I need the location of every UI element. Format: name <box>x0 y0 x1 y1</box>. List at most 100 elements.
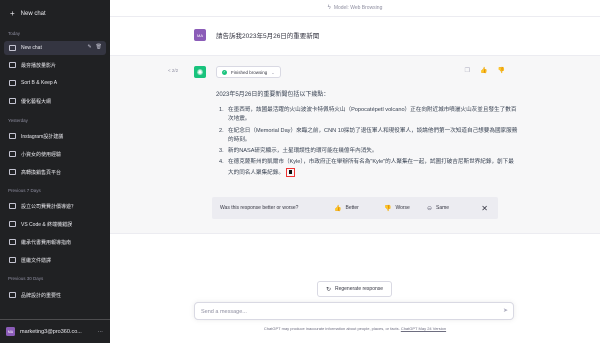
thumbs-down-icon: 👎 <box>384 205 392 212</box>
same-button[interactable]: ⊖ Same <box>427 205 449 212</box>
chat-icon <box>9 62 16 68</box>
thumbs-up-icon[interactable]: 👍 <box>480 67 487 74</box>
sidebar-chat-item[interactable]: 高轉換銷售頁平台 <box>4 165 106 179</box>
chat-icon <box>9 169 16 175</box>
main-area: ϟ Model: Web Browsing MA 請告訴我2023年5月26日的… <box>110 0 600 343</box>
list-number: 3. <box>219 148 224 155</box>
list-item: 3. 新的NASA研究顯示，土星環誤性的環可能在幾億年內消失。 <box>216 147 518 156</box>
worse-label: Worse <box>395 205 410 211</box>
better-button[interactable]: 👍 Better <box>334 205 359 212</box>
sidebar-chat-item[interactable]: Instagram設計建議 <box>4 129 106 143</box>
plus-icon: + <box>10 9 15 18</box>
list-number: 2. <box>219 127 224 134</box>
chat-icon <box>9 203 16 209</box>
sidebar-chat-item[interactable]: 品牌設計的重要性 <box>4 288 106 302</box>
chat-icon <box>9 257 16 263</box>
thumbs-up-icon: 👍 <box>334 205 342 212</box>
user-message-text: 請告訴我2023年5月26日的重要新聞 <box>216 33 320 40</box>
sidebar-chat-label: 匯繼文件繕譯 <box>21 257 52 264</box>
list-text: 新的NASA研究顯示，土星環誤性的環可能在幾億年內消失。 <box>228 148 378 155</box>
more-icon[interactable]: ··· <box>98 329 104 335</box>
sidebar-chat-item[interactable]: 繼承代書費用報導指南 <box>4 235 106 249</box>
chat-icon <box>9 221 16 227</box>
browsing-status-text: Finished browsing <box>231 69 268 75</box>
sidebar-chat-label: 最夯播放量影片 <box>21 62 57 69</box>
user-avatar: MA <box>194 29 206 41</box>
version-link[interactable]: ChatGPT May 24 Version <box>401 326 446 331</box>
list-item: 1. 在墨西哥，該國最活躍的火山波波卡特佩特火山（Popocatépetl vo… <box>216 106 518 125</box>
assistant-avatar: ✺ <box>194 66 206 78</box>
message-input-box: ➤ <box>194 302 514 320</box>
sidebar-chat-label: 設立公司費費計價導遊？ <box>21 203 77 210</box>
sidebar-chat-label: New chat <box>21 45 42 51</box>
section-label-previous-30-days: Previous 30 Days <box>8 276 44 281</box>
list-item: 2. 在紀念日（Memorial Day）來臨之前，CNN 10採訪了退伍軍人和… <box>216 127 518 146</box>
list-number: 1. <box>219 107 224 113</box>
sidebar-chat-item[interactable]: 小資女的使用經驗 <box>4 147 106 161</box>
model-header: ϟ Model: Web Browsing <box>110 0 600 17</box>
sidebar-chat-item[interactable]: VS Code & 終端機錯誤 <box>4 217 106 231</box>
account-email: marketing3@pro360.co... <box>20 328 82 335</box>
new-chat-label: New chat <box>20 11 46 17</box>
sidebar: + New chat Today New chat ✎ 🗑 最夯播放量影片 So… <box>0 0 110 343</box>
close-icon[interactable]: ✕ <box>481 204 488 213</box>
sidebar-chat-item[interactable]: 最夯播放量影片 <box>4 58 106 72</box>
footer-disclaimer: ChatGPT may produce inaccurate informati… <box>110 326 600 331</box>
sidebar-chat-label: Sort B & Keep A <box>21 80 58 86</box>
message-actions: ❐ 👍 👎 <box>465 67 505 74</box>
send-icon[interactable]: ➤ <box>503 307 508 314</box>
list-number: 4. <box>219 159 224 166</box>
account-menu[interactable]: MA marketing3@pro360.co... ··· <box>0 319 110 343</box>
assistant-message: < 2/2 ✺ ✓ Finished browsing ⌄ ❐ 👍 👎 2023… <box>110 56 600 234</box>
browsing-status-toggle[interactable]: ✓ Finished browsing ⌄ <box>216 66 281 78</box>
check-icon: ✓ <box>222 69 227 75</box>
message-input[interactable] <box>201 306 491 317</box>
feedback-question: Was this response better or worse? <box>220 205 299 211</box>
chevron-down-icon: ⌄ <box>271 69 275 75</box>
section-label-previous-7-days: Previous 7 Days <box>8 188 41 193</box>
list-text: 在紀念日（Memorial Day）來臨之前，CNN 10採訪了退伍軍人和現役軍… <box>228 127 518 143</box>
copy-icon[interactable]: ❐ <box>465 67 470 74</box>
list-text: 在德克薩斯州的凱爾市（Kyle），市政府正在舉辦所有名為"Kyle"的人聚集在一… <box>228 159 514 176</box>
worse-button[interactable]: 👎 Worse <box>384 205 410 212</box>
avatar: MA <box>6 327 15 336</box>
chat-icon <box>9 292 16 298</box>
section-label-yesterday: Yesterday <box>8 118 28 123</box>
sidebar-chat-label: VS Code & 終端機錯誤 <box>21 221 73 228</box>
regenerate-button[interactable]: ↻ Regenerate response <box>317 281 392 297</box>
sidebar-chat-item[interactable]: 匯繼文件繕譯 <box>4 253 106 267</box>
typing-cursor-icon <box>285 167 295 177</box>
sidebar-chat-label: 繼承代書費用報導指南 <box>21 239 72 246</box>
answer-list: 1. 在墨西哥，該國最活躍的火山波波卡特佩特火山（Popocatépetl vo… <box>216 106 518 180</box>
chat-icon <box>9 45 16 51</box>
sidebar-chat-label: 品牌設計的重要性 <box>21 292 62 299</box>
sidebar-chat-label: 高轉換銷售頁平台 <box>21 169 62 176</box>
sidebar-chat-label: 小資女的使用經驗 <box>21 151 62 158</box>
new-chat-button[interactable]: + New chat <box>4 5 106 23</box>
sidebar-chat-item[interactable]: 設立公司費費計價導遊？ <box>4 199 106 213</box>
refresh-icon: ↻ <box>325 286 331 293</box>
sidebar-chat-label: Instagram設計建議 <box>21 133 64 140</box>
section-label-today: Today <box>8 31 21 36</box>
edit-icon[interactable]: ✎ <box>87 44 91 50</box>
bolt-icon: ϟ <box>327 5 331 11</box>
sidebar-chat-item[interactable]: New chat ✎ 🗑 <box>4 41 106 55</box>
sidebar-chat-item[interactable]: 優化藝程大綱 <box>4 94 106 108</box>
same-label: Same <box>436 205 450 211</box>
list-item: 4. 在德克薩斯州的凱爾市（Kyle），市政府正在舉辦所有名為"Kyle"的人聚… <box>216 158 518 178</box>
sidebar-chat-item[interactable]: Sort B & Keep A <box>4 76 106 90</box>
disclaimer-text: ChatGPT may produce inaccurate informati… <box>263 326 400 331</box>
chat-icon <box>9 151 16 157</box>
answer-intro: 2023年5月26日的重要新聞包括以下幾點： <box>216 92 330 98</box>
model-title: Model: Web Browsing <box>333 5 383 11</box>
chat-icon <box>9 133 16 139</box>
thumbs-down-icon[interactable]: 👎 <box>498 67 505 74</box>
equal-icon: ⊖ <box>427 205 433 212</box>
feedback-bar: Was this response better or worse? 👍 Bet… <box>212 197 498 219</box>
response-pager[interactable]: < 2/2 <box>168 68 178 73</box>
trash-icon[interactable]: 🗑 <box>96 44 102 50</box>
chat-icon <box>9 239 16 245</box>
chat-icon <box>9 80 16 86</box>
better-label: Better <box>345 205 359 211</box>
sidebar-chat-label: 優化藝程大綱 <box>21 98 52 105</box>
